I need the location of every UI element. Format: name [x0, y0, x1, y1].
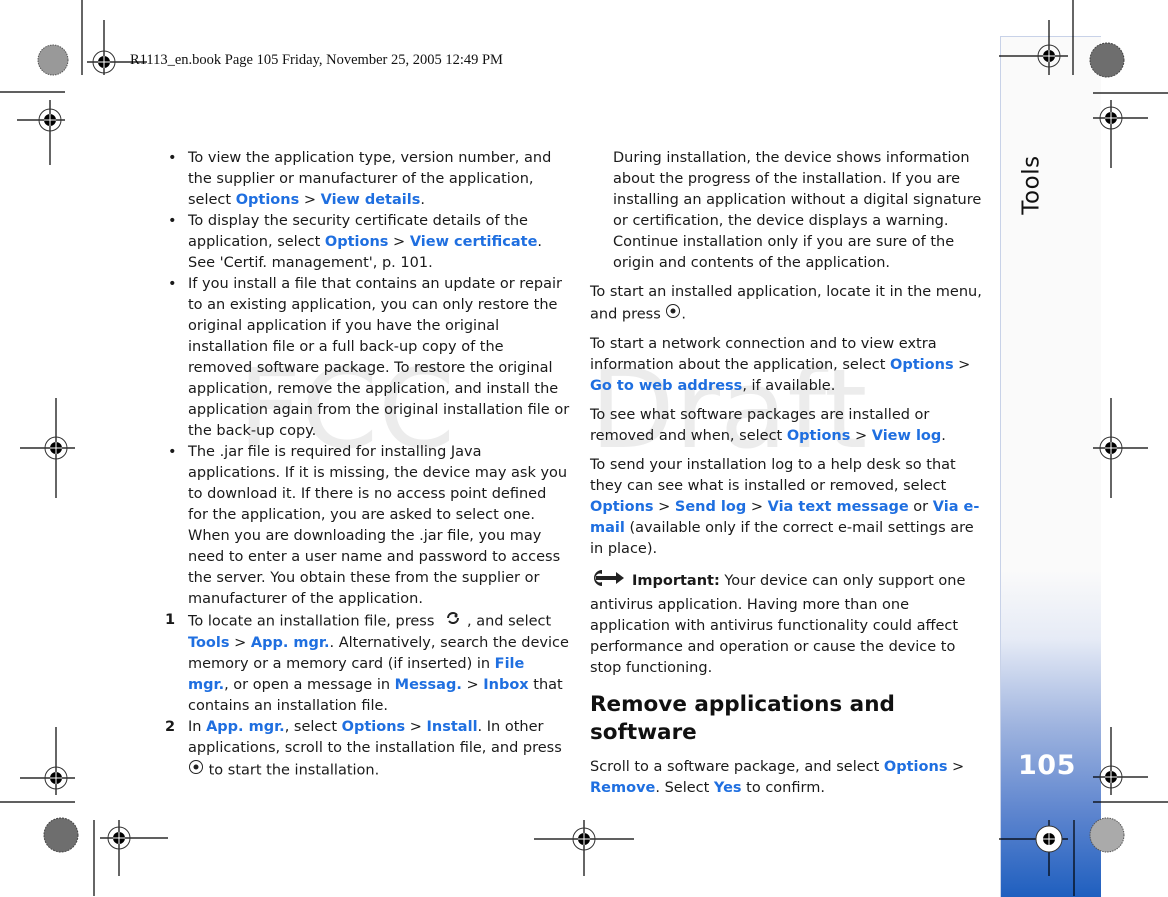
crop-marks — [0, 0, 1168, 896]
registration-target-icons — [38, 44, 1123, 853]
color-wheel-icons — [37, 42, 1125, 853]
